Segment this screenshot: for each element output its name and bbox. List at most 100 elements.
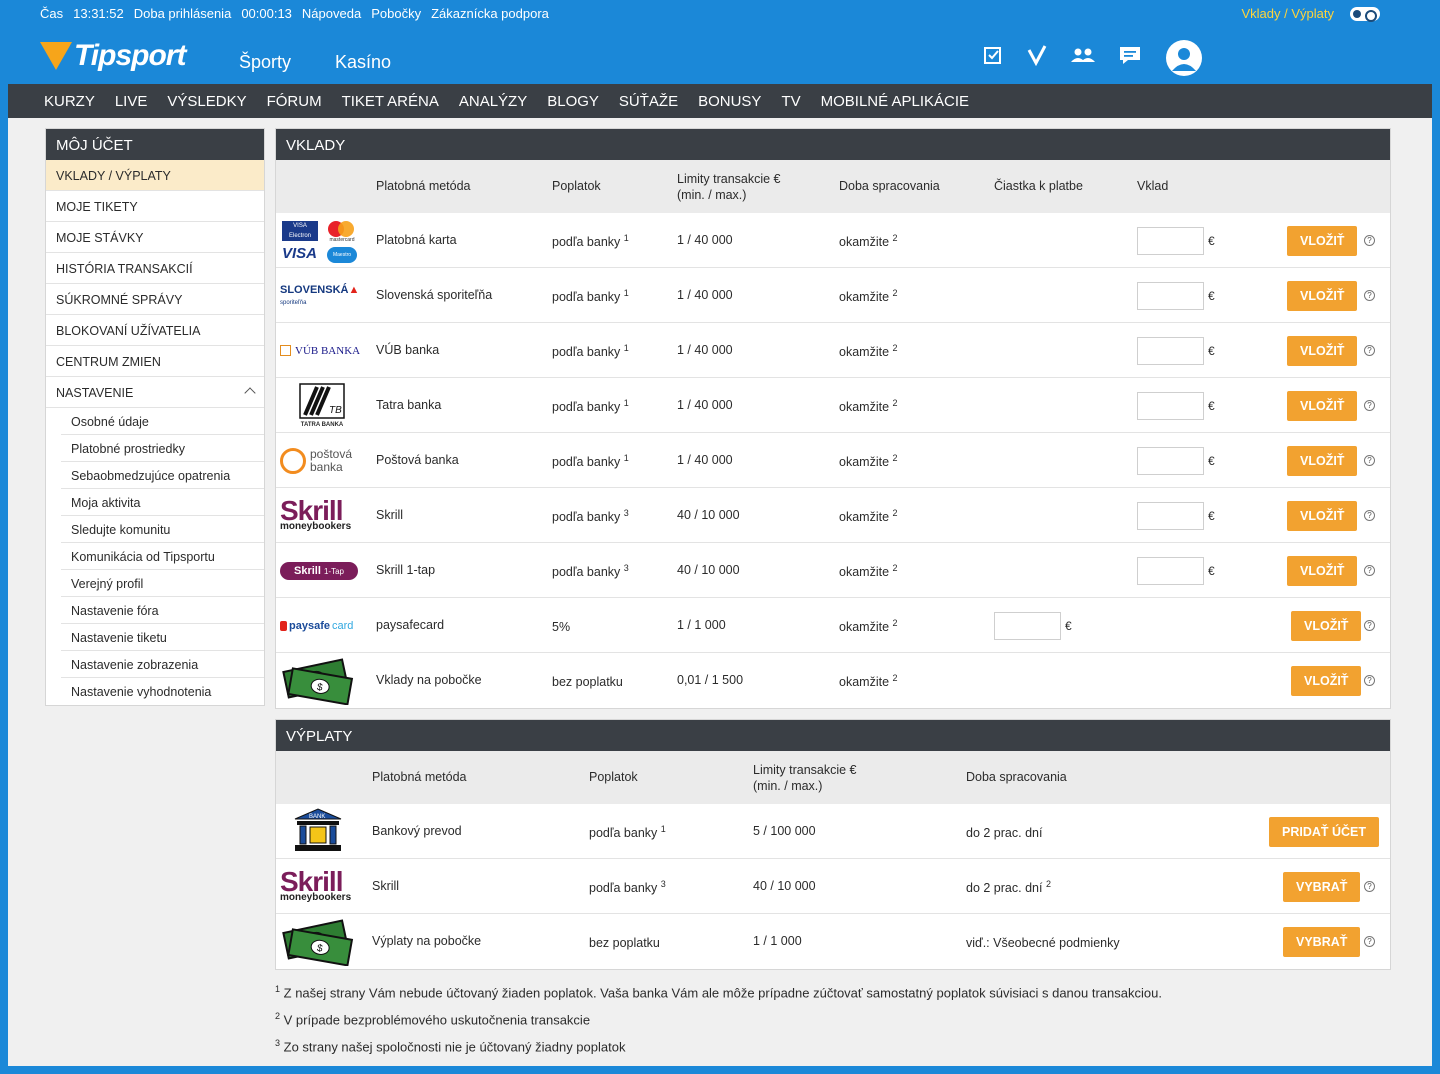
deposit-button[interactable]: VLOŽIŤ [1287,281,1358,311]
subnav-sutaze[interactable]: SÚŤAŽE [619,93,678,110]
sidebar-item-history[interactable]: HISTÓRIA TRANSAKCIÍ [46,253,264,284]
help-icon[interactable]: ? [1364,510,1375,521]
sidebar-sub-public-profile[interactable]: Verejný profil [61,570,264,597]
help-icon[interactable]: ? [1364,455,1375,466]
check-icon[interactable] [1026,44,1048,66]
tipsport-logo[interactable]: Tipsport [40,38,186,74]
sidebar-item-changes[interactable]: CENTRUM ZMIEN [46,346,264,377]
sidebar-sub-evaluation-settings[interactable]: Nastavenie vyhodnotenia [61,678,264,705]
sidebar-sub-communication[interactable]: Komunikácia od Tipsportu [61,543,264,570]
fee-text: podľa banky [552,400,621,415]
subnav-mobile-apps[interactable]: MOBILNÉ APLIKÁCIE [821,93,969,110]
sidebar-item-settings[interactable]: NASTAVENIE [46,377,264,408]
chevron-up-icon [244,387,256,399]
subnav-live[interactable]: LIVE [115,93,148,110]
users-icon[interactable] [1070,44,1096,66]
help-icon[interactable]: ? [1364,290,1375,301]
subnav-bonusy[interactable]: BONUSY [698,93,761,110]
sidebar-item-blocked[interactable]: BLOKOVANÍ UŽÍVATELIA [46,315,264,346]
help-link[interactable]: Nápoveda [302,6,361,21]
withdraw-button[interactable]: VYBRAŤ [1283,927,1361,957]
messages-icon[interactable] [1118,44,1142,66]
help-icon[interactable]: ? [1364,936,1375,947]
sidebar-sub-forum-settings[interactable]: Nastavenie fóra [61,597,264,624]
sidebar-sub-display-settings[interactable]: Nastavenie zobrazenia [61,651,264,678]
help-icon[interactable]: ? [1364,400,1375,411]
subnav-kurzy[interactable]: KURZY [44,93,95,110]
branches-link[interactable]: Pobočky [371,6,421,21]
sidebar-sub-personal[interactable]: Osobné údaje [61,408,264,435]
skrill-logo: Skrill moneybookers [280,867,351,903]
sidebar-item-deposits[interactable]: VKLADY / VÝPLATY [46,160,264,191]
limits: 40 / 10 000 [753,879,816,893]
fee: podľa banky 1 [552,398,629,414]
deposit-amount-input[interactable] [1137,447,1204,475]
sidebar-sub-self-limits[interactable]: Sebaobmedzujúce opatrenia [61,462,264,489]
theme-toggle[interactable] [1350,6,1380,22]
subnav-vysledky[interactable]: VÝSLEDKY [167,93,246,110]
deposit-button[interactable]: VLOŽIŤ [1287,226,1358,256]
subnav-analyzy[interactable]: ANALÝZY [459,93,527,110]
postova-mark-icon [280,447,306,474]
fee-text: podľa banky [552,455,621,470]
deposit-amount-input[interactable] [1137,557,1204,585]
withdraw-button[interactable]: VYBRAŤ [1283,872,1361,902]
deposit-amount-input[interactable] [1137,337,1204,365]
user-avatar-icon[interactable] [1166,40,1202,76]
sidebar-sub-payment-means[interactable]: Platobné prostriedky [61,435,264,462]
help-icon[interactable]: ? [1364,345,1375,356]
deposit-amount-input[interactable] [1137,282,1204,310]
deposit-button[interactable]: VLOŽIŤ [1287,391,1358,421]
deposit-amount-input[interactable] [1137,392,1204,420]
footnote-1: 1 Z našej strany Vám nebude účtovaný žia… [275,984,1162,1001]
help-icon[interactable]: ? [1364,675,1375,686]
paysafe-card-text: card [331,619,354,632]
help-icon[interactable]: ? [1364,565,1375,576]
deposit-amount-input[interactable] [1137,502,1204,530]
account-sidebar: MÔJ ÚČET VKLADY / VÝPLATY MOJE TIKETY MO… [45,128,265,706]
fee-text: podľa banky [552,510,621,525]
deposit-button[interactable]: VLOŽIŤ [1291,611,1362,641]
nav-sports[interactable]: Športy [239,52,291,73]
help-icon[interactable]: ? [1364,235,1375,246]
sidebar-item-bets[interactable]: MOJE STÁVKY [46,222,264,253]
footnote-text: Z našej strany Vám nebude účtovaný žiade… [283,985,1162,1001]
limits: 1 / 40 000 [677,288,733,302]
method-name: VÚB banka [376,343,440,357]
main-nav: Športy Kasíno [239,52,391,73]
sidebar-item-messages[interactable]: SÚKROMNÉ SPRÁVY [46,284,264,315]
vub-mark-icon [280,345,291,356]
sidebar-sub-community[interactable]: Sledujte komunitu [61,516,264,543]
subnav-forum[interactable]: FÓRUM [267,93,322,110]
help-icon[interactable]: ? [1364,620,1375,631]
deposit-button[interactable]: VLOŽIŤ [1287,501,1358,531]
deposit-button[interactable]: VLOŽIŤ [1287,446,1358,476]
footnote-mark: 1 [275,984,281,994]
deposit-button[interactable]: VLOŽIŤ [1287,556,1358,586]
sidebar-sub-ticket-settings[interactable]: Nastavenie tiketu [61,624,264,651]
processing-note: 2 [892,398,898,408]
sidebar-item-tickets[interactable]: MOJE TIKETY [46,191,264,222]
ticket-icon[interactable] [982,44,1004,66]
method-name: Bankový prevod [372,824,462,838]
footnote-text: Zo strany našej spoločnosti nie je účtov… [283,1039,626,1055]
help-icon[interactable]: ? [1364,881,1375,892]
sidebar-sub-activity[interactable]: Moja aktivita [61,489,264,516]
deposits-link[interactable]: Vklady / Výplaty [1242,6,1335,21]
session-label: Doba prihlásenia [133,6,232,21]
currency-symbol: € [1208,234,1215,248]
payment-amount-input[interactable] [994,612,1061,640]
subnav-blogy[interactable]: BLOGY [547,93,599,110]
deposits-panel: VKLADY Platobná metóda Poplatok Limity t… [275,128,1391,709]
fee-note: 1 [623,233,629,243]
method-logo: BANK [280,808,364,855]
nav-casino[interactable]: Kasíno [335,52,391,73]
deposit-button[interactable]: VLOŽIŤ [1291,666,1362,696]
withdrawal-row: $ Výplaty na pobočke bez poplatku 1 / 1 … [276,914,1390,969]
subnav-tiket-arena[interactable]: TIKET ARÉNA [342,93,439,110]
add-account-button[interactable]: PRIDAŤ ÚČET [1269,817,1380,847]
deposit-button[interactable]: VLOŽIŤ [1287,336,1358,366]
support-link[interactable]: Zákaznícka podpora [431,6,549,21]
subnav-tv[interactable]: TV [781,93,800,110]
deposit-amount-input[interactable] [1137,227,1204,255]
